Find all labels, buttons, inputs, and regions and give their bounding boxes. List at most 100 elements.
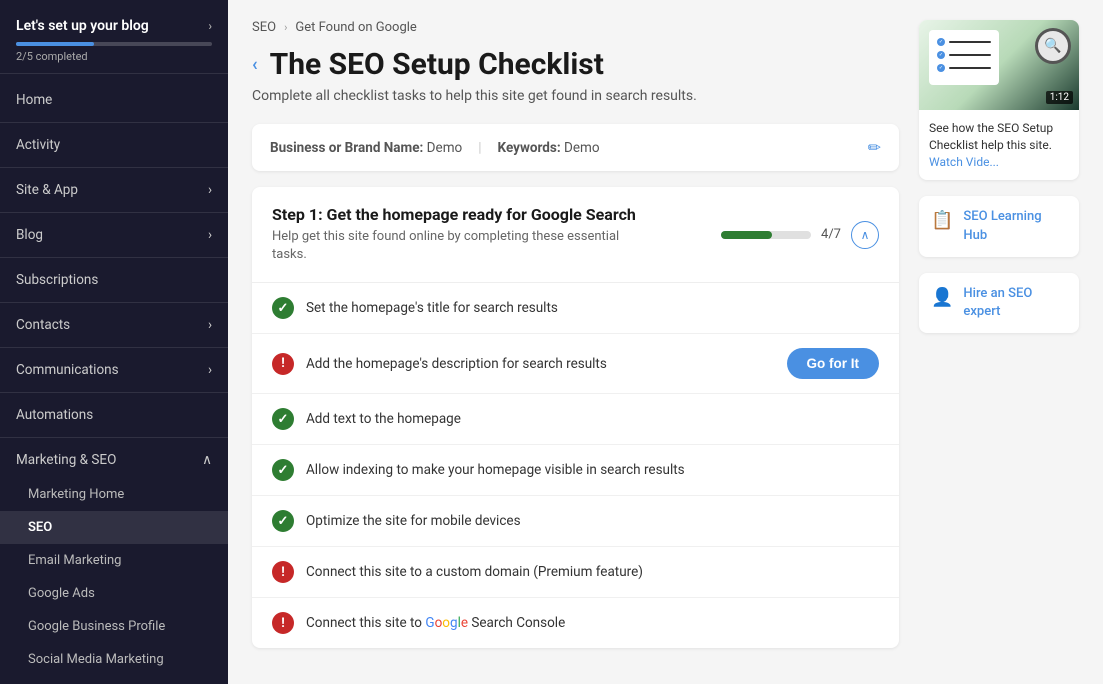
- sidebar-item-email-marketing[interactable]: Email Marketing: [0, 544, 228, 577]
- task-label: Allow indexing to make your homepage vis…: [306, 462, 879, 478]
- main-inner: SEO › Get Found on Google ‹ The SEO Setu…: [228, 0, 1103, 668]
- search-icon: 🔍: [1035, 28, 1071, 64]
- email-marketing-label: Email Marketing: [28, 553, 121, 568]
- task-item: ✓ Allow indexing to make your homepage v…: [252, 445, 899, 496]
- video-description-text: See how the SEO Setup Checklist help thi…: [929, 121, 1053, 152]
- setup-title-text: Let's set up your blog: [16, 18, 149, 34]
- task-label-google: Connect this site to Google Search Conso…: [306, 615, 879, 631]
- social-media-marketing-label: Social Media Marketing: [28, 652, 164, 667]
- main-content: SEO › Get Found on Google ‹ The SEO Setu…: [228, 0, 1103, 684]
- contacts-chevron-icon: ›: [208, 317, 212, 333]
- keywords-value: Demo: [564, 140, 600, 156]
- step-progress-bar-fill: [721, 231, 772, 239]
- task-item: ! Connect this site to Google Search Con…: [252, 598, 899, 648]
- check-line-1: ✓: [937, 38, 991, 46]
- step-header-left: Step 1: Get the homepage ready for Googl…: [272, 205, 652, 264]
- sidebar-item-marketing-home[interactable]: Marketing Home: [0, 478, 228, 511]
- sidebar-item-seo[interactable]: SEO: [0, 511, 228, 544]
- video-description: See how the SEO Setup Checklist help thi…: [919, 110, 1079, 180]
- sidebar-item-google-business-profile[interactable]: Google Business Profile: [0, 610, 228, 643]
- task-label: Optimize the site for mobile devices: [306, 513, 879, 529]
- task-label: Connect this site to a custom domain (Pr…: [306, 564, 879, 580]
- google-business-profile-label: Google Business Profile: [28, 619, 165, 634]
- sidebar-item-contacts[interactable]: Contacts ›: [0, 307, 228, 343]
- marketing-seo-chevron-icon: ∧: [202, 452, 212, 468]
- hire-expert-label: Hire an SEO expert: [963, 285, 1067, 321]
- sidebar-item-communications[interactable]: Communications ›: [0, 352, 228, 388]
- task-item: ✓ Set the homepage's title for search re…: [252, 283, 899, 334]
- back-button[interactable]: ‹: [252, 54, 258, 75]
- task-label: Set the homepage's title for search resu…: [306, 300, 879, 316]
- task-error-icon: !: [272, 612, 294, 634]
- right-panel: ✓ ✓ ✓ 🔍: [919, 20, 1079, 648]
- divider-4: [0, 257, 228, 258]
- task-item: ✓ Optimize the site for mobile devices: [252, 496, 899, 547]
- step-header: Step 1: Get the homepage ready for Googl…: [252, 187, 899, 283]
- check-line-bar-3: [949, 67, 991, 69]
- seo-learning-hub-link[interactable]: 📋 SEO Learning Hub: [919, 196, 1079, 256]
- sidebar-item-google-ads[interactable]: Google Ads: [0, 577, 228, 610]
- marketing-sub-nav: Marketing Home SEO Email Marketing Googl…: [0, 478, 228, 684]
- page-title-row: ‹ The SEO Setup Checklist: [252, 47, 899, 82]
- breadcrumb-seo[interactable]: SEO: [252, 20, 276, 35]
- check-dot-1: ✓: [937, 38, 945, 46]
- site-app-label: Site & App: [16, 182, 78, 198]
- content-area: SEO › Get Found on Google ‹ The SEO Setu…: [252, 20, 899, 648]
- seo-hub-label: SEO Learning Hub: [963, 208, 1067, 244]
- task-success-icon: ✓: [272, 297, 294, 319]
- go-for-it-button[interactable]: Go for It: [787, 348, 880, 379]
- page-title: The SEO Setup Checklist: [270, 47, 604, 82]
- seo-hub-icon: 📋: [931, 210, 953, 231]
- brand-label: Business or Brand Name: Demo: [270, 140, 462, 156]
- sidebar-item-subscriptions[interactable]: Subscriptions: [0, 262, 228, 298]
- sidebar-item-social-media-marketing[interactable]: Social Media Marketing: [0, 643, 228, 676]
- sidebar-header: Let's set up your blog › 2/5 completed: [0, 0, 228, 74]
- blog-label: Blog: [16, 227, 43, 243]
- sidebar-item-site-app[interactable]: Site & App ›: [0, 172, 228, 208]
- sidebar-item-activity[interactable]: Activity: [0, 127, 228, 163]
- step-progress-bar-bg: [721, 231, 811, 239]
- communications-chevron-icon: ›: [208, 362, 212, 378]
- step-count: 4/7: [821, 227, 841, 242]
- sidebar-item-home[interactable]: Home: [0, 82, 228, 118]
- progress-bar-bg: [16, 42, 212, 46]
- divider-2: [0, 167, 228, 168]
- check-line-3: ✓: [937, 64, 991, 72]
- setup-chevron-icon[interactable]: ›: [208, 19, 212, 33]
- sidebar-item-blog[interactable]: Blog ›: [0, 217, 228, 253]
- communications-label: Communications: [16, 362, 119, 378]
- check-dot-3: ✓: [937, 64, 945, 72]
- contacts-label: Contacts: [16, 317, 70, 333]
- video-thumbnail[interactable]: ✓ ✓ ✓ 🔍: [919, 20, 1079, 110]
- breadcrumb-separator-icon: ›: [284, 21, 287, 34]
- progress-label: 2/5 completed: [16, 50, 212, 63]
- divider-6: [0, 347, 228, 348]
- watch-video-link[interactable]: Watch Vide...: [929, 155, 999, 169]
- step-description: Help get this site found online by compl…: [272, 228, 652, 264]
- divider-5: [0, 302, 228, 303]
- google-colored-text: Google: [425, 615, 468, 631]
- sidebar-item-marketing-integrations[interactable]: Marketing Integrations: [0, 676, 228, 684]
- hire-expert-icon: 👤: [931, 287, 953, 308]
- step-collapse-button[interactable]: ∧: [851, 221, 879, 249]
- task-label: Add text to the homepage: [306, 411, 879, 427]
- brand-label-text: Business or Brand Name:: [270, 140, 423, 156]
- sidebar-item-marketing-seo[interactable]: Marketing & SEO ∧: [0, 442, 228, 478]
- subscriptions-label: Subscriptions: [16, 272, 98, 288]
- keywords-label: Keywords: Demo: [498, 140, 600, 156]
- hire-seo-expert-link[interactable]: 👤 Hire an SEO expert: [919, 273, 1079, 333]
- site-app-chevron-icon: ›: [208, 182, 212, 198]
- task-item: ! Connect this site to a custom domain (…: [252, 547, 899, 598]
- task-success-icon: ✓: [272, 510, 294, 532]
- sidebar-item-automations[interactable]: Automations: [0, 397, 228, 433]
- progress-bar-fill: [16, 42, 94, 46]
- edit-icon[interactable]: ✏: [868, 138, 881, 157]
- marketing-seo-label: Marketing & SEO: [16, 452, 116, 468]
- breadcrumb: SEO › Get Found on Google: [252, 20, 899, 35]
- seo-label: SEO: [28, 520, 52, 535]
- activity-label: Activity: [16, 137, 60, 153]
- task-error-icon: !: [272, 561, 294, 583]
- step-card: Step 1: Get the homepage ready for Googl…: [252, 187, 899, 648]
- home-label: Home: [16, 92, 52, 108]
- divider-8: [0, 437, 228, 438]
